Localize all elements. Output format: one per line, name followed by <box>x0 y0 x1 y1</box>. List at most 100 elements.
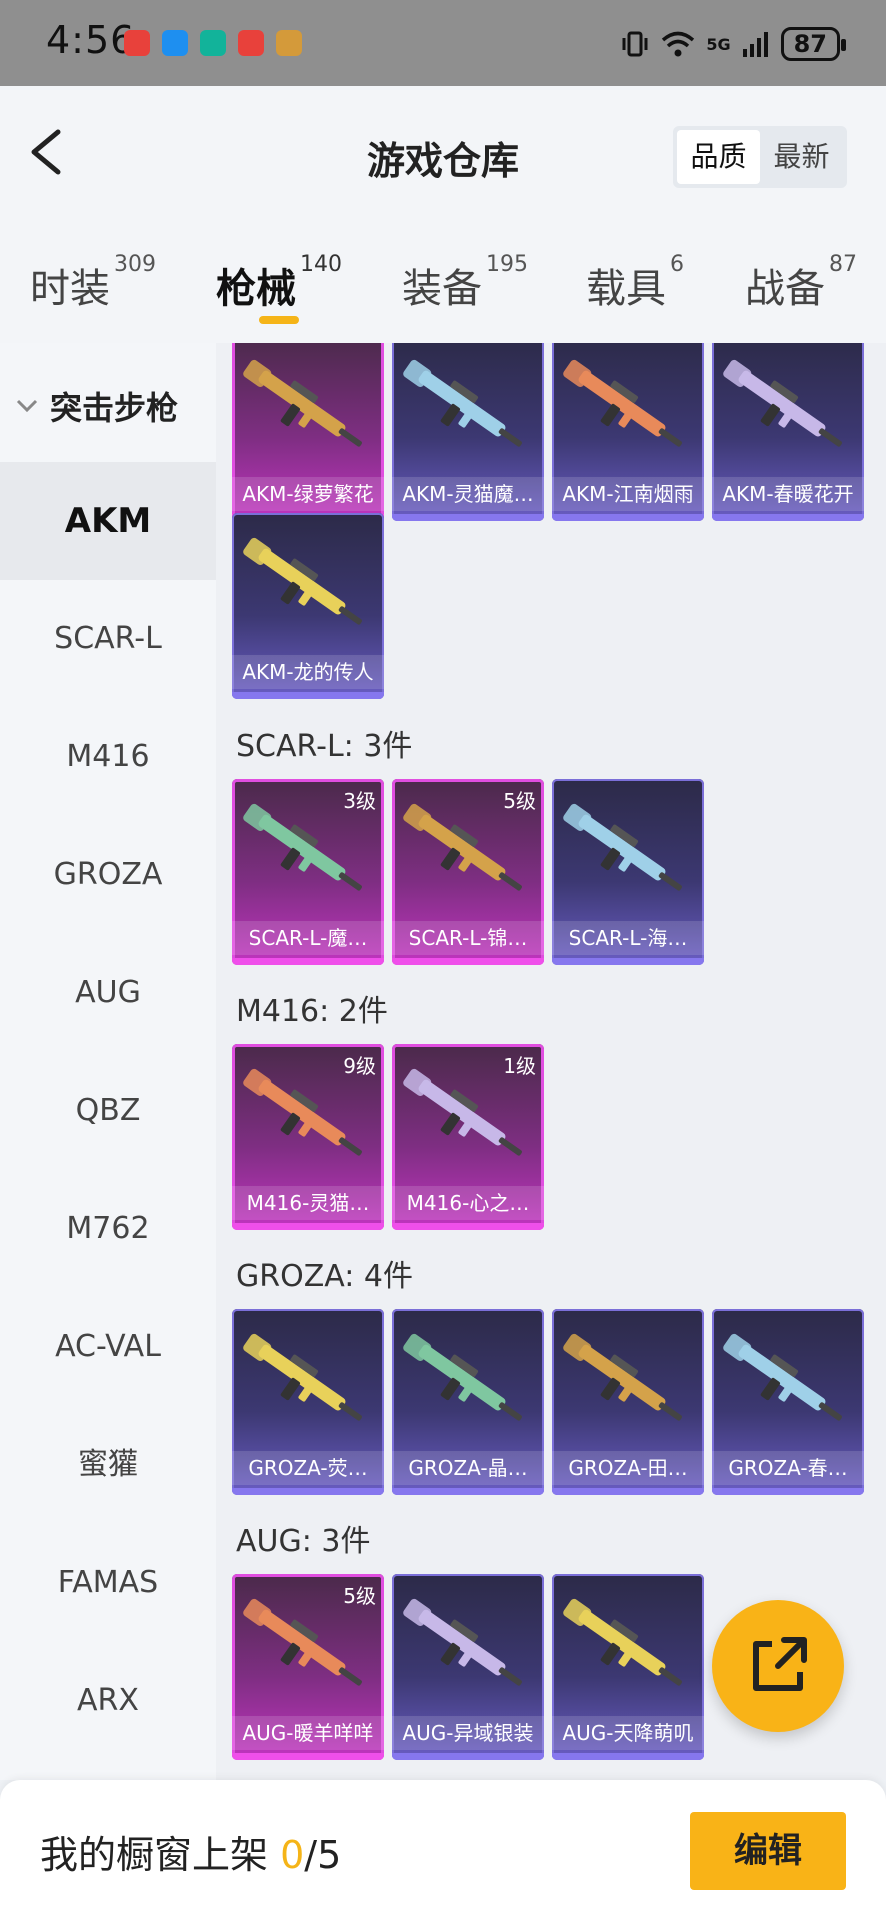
section-title-scar-l: SCAR-L: 3件 <box>236 729 413 764</box>
shield-app-icon <box>200 30 226 56</box>
showcase-total: /5 <box>304 1833 342 1877</box>
section-title-groza: GROZA: 4件 <box>236 1259 413 1294</box>
skin-card[interactable]: 5级 AUG-暖羊咩咩 <box>232 1574 384 1760</box>
skin-card[interactable]: AUG-异域银装 <box>392 1574 544 1760</box>
skin-level-badge: 5级 <box>503 789 536 813</box>
rarity-bar <box>712 1488 864 1495</box>
weapon-skin-image <box>563 803 682 891</box>
tab-fashion[interactable]: 时装309 <box>30 252 156 314</box>
rarity-bar <box>552 514 704 521</box>
rarity-bar <box>232 1753 384 1760</box>
battery-indicator: 87 <box>780 27 847 61</box>
skin-card[interactable]: AKM-春暖花开 <box>712 343 864 521</box>
weapon-skin-image <box>243 359 362 447</box>
sidebar-item-m762[interactable]: M762 <box>0 1170 216 1288</box>
skin-name: AKM-春暖花开 <box>712 477 864 511</box>
skin-name: AKM-灵猫魔… <box>392 477 544 511</box>
skin-card[interactable]: 9级 M416-灵猫… <box>232 1044 384 1230</box>
skin-card[interactable]: 3级 SCAR-L-魔… <box>232 779 384 965</box>
sidebar-item-honey-badger[interactable]: 蜜獾 <box>0 1406 216 1524</box>
wifi-icon <box>662 31 695 57</box>
skin-level-badge: 3级 <box>343 789 376 813</box>
weapon-type-sidebar: 突击步枪 AKM SCAR-L M416 GROZA AUG QBZ M762 … <box>0 343 216 1780</box>
skin-name: SCAR-L-海… <box>552 921 704 955</box>
skin-name: AKM-江南烟雨 <box>552 477 704 511</box>
skin-card[interactable]: GROZA-春… <box>712 1309 864 1495</box>
sidebar-item-qbz[interactable]: QBZ <box>0 1052 216 1170</box>
skin-name: AKM-绿萝繁花 <box>232 477 384 511</box>
weapon-skin-image <box>403 1333 522 1421</box>
sidebar-item-famas[interactable]: FAMAS <box>0 1524 216 1642</box>
weapon-skin-image <box>403 359 522 447</box>
skin-card[interactable]: AKM-绿萝繁花 <box>232 343 384 521</box>
rarity-bar <box>392 514 544 521</box>
showcase-status: 我的橱窗上架 0/5 <box>40 1833 342 1877</box>
tab-vehicles[interactable]: 载具6 <box>586 252 684 314</box>
header: 游戏仓库 品质 最新 时装309 枪械140 装备195 载具6 战备87 <box>0 86 886 343</box>
skin-name: GROZA-田… <box>552 1451 704 1485</box>
tab-equipment[interactable]: 装备195 <box>402 252 528 314</box>
share-button[interactable] <box>712 1600 844 1732</box>
section-title-aug: AUG: 3件 <box>236 1524 371 1559</box>
skin-grid: SCAR-L: 3件 M416: 2件 GROZA: 4件 AUG: 3件 AK… <box>216 343 886 1780</box>
rarity-bar <box>552 958 704 965</box>
skin-card[interactable]: 5级 SCAR-L-锦… <box>392 779 544 965</box>
skin-name: AUG-暖羊咩咩 <box>232 1716 384 1750</box>
category-tabs: 时装309 枪械140 装备195 载具6 战备87 <box>0 252 886 336</box>
rarity-bar <box>392 1488 544 1495</box>
weapon-skin-image <box>563 1598 682 1686</box>
notification-icon <box>124 30 150 56</box>
network-type: 5G <box>706 34 731 54</box>
sidebar-item-akm[interactable]: AKM <box>0 462 216 580</box>
sidebar-item-groza[interactable]: GROZA <box>0 816 216 934</box>
skin-name: M416-心之… <box>392 1186 544 1220</box>
skin-name: M416-灵猫… <box>232 1186 384 1220</box>
rarity-bar <box>552 1488 704 1495</box>
skin-card[interactable]: AKM-灵猫魔… <box>392 343 544 521</box>
weapon-skin-image <box>243 1333 362 1421</box>
skin-name: AUG-天降萌叽 <box>552 1716 704 1750</box>
skin-card[interactable]: AKM-江南烟雨 <box>552 343 704 521</box>
skin-level-badge: 5级 <box>343 1584 376 1608</box>
game-app-icon <box>276 30 302 56</box>
skin-name: SCAR-L-锦… <box>392 921 544 955</box>
skin-card[interactable]: GROZA-荧… <box>232 1309 384 1495</box>
edit-button[interactable]: 编辑 <box>690 1812 846 1890</box>
skin-card[interactable]: 1级 M416-心之… <box>392 1044 544 1230</box>
weapon-skin-image <box>563 359 682 447</box>
vibrate-icon <box>622 31 648 57</box>
rarity-bar <box>232 1488 384 1495</box>
chevron-down-icon <box>16 399 38 413</box>
skin-card[interactable]: SCAR-L-海… <box>552 779 704 965</box>
skin-card[interactable]: AUG-天降萌叽 <box>552 1574 704 1760</box>
skin-card[interactable]: GROZA-晶… <box>392 1309 544 1495</box>
skin-card[interactable]: AKM-龙的传人 <box>232 513 384 699</box>
sidebar-item-m416[interactable]: M416 <box>0 698 216 816</box>
rarity-bar <box>232 1223 384 1230</box>
active-tab-indicator <box>259 316 299 324</box>
sort-option-quality[interactable]: 品质 <box>677 130 760 184</box>
signal-icon <box>742 32 768 57</box>
sidebar-item-scar-l[interactable]: SCAR-L <box>0 580 216 698</box>
skin-level-badge: 1级 <box>503 1054 536 1078</box>
sort-option-latest[interactable]: 最新 <box>760 130 843 184</box>
skin-name: GROZA-荧… <box>232 1451 384 1485</box>
sidebar-item-ac-val[interactable]: AC-VAL <box>0 1288 216 1406</box>
sidebar-item-arx[interactable]: ARX <box>0 1642 216 1760</box>
status-time: 4:56 <box>46 18 136 62</box>
weapon-skin-image <box>563 1333 682 1421</box>
skin-card[interactable]: GROZA-田… <box>552 1309 704 1495</box>
app-alert-icon <box>238 30 264 56</box>
sidebar-item-aug[interactable]: AUG <box>0 934 216 1052</box>
tab-firearms[interactable]: 枪械140 <box>216 252 342 314</box>
sort-toggle: 品质 最新 <box>673 126 847 188</box>
skin-level-badge: 9级 <box>343 1054 376 1078</box>
category-header[interactable]: 突击步枪 <box>16 383 178 429</box>
rarity-bar <box>232 958 384 965</box>
weapon-skin-image <box>403 1598 522 1686</box>
skin-name: AKM-龙的传人 <box>232 655 384 689</box>
share-external-icon <box>753 1637 807 1691</box>
rarity-bar <box>712 514 864 521</box>
rarity-bar <box>232 692 384 699</box>
tab-supplies[interactable]: 战备87 <box>745 252 857 314</box>
